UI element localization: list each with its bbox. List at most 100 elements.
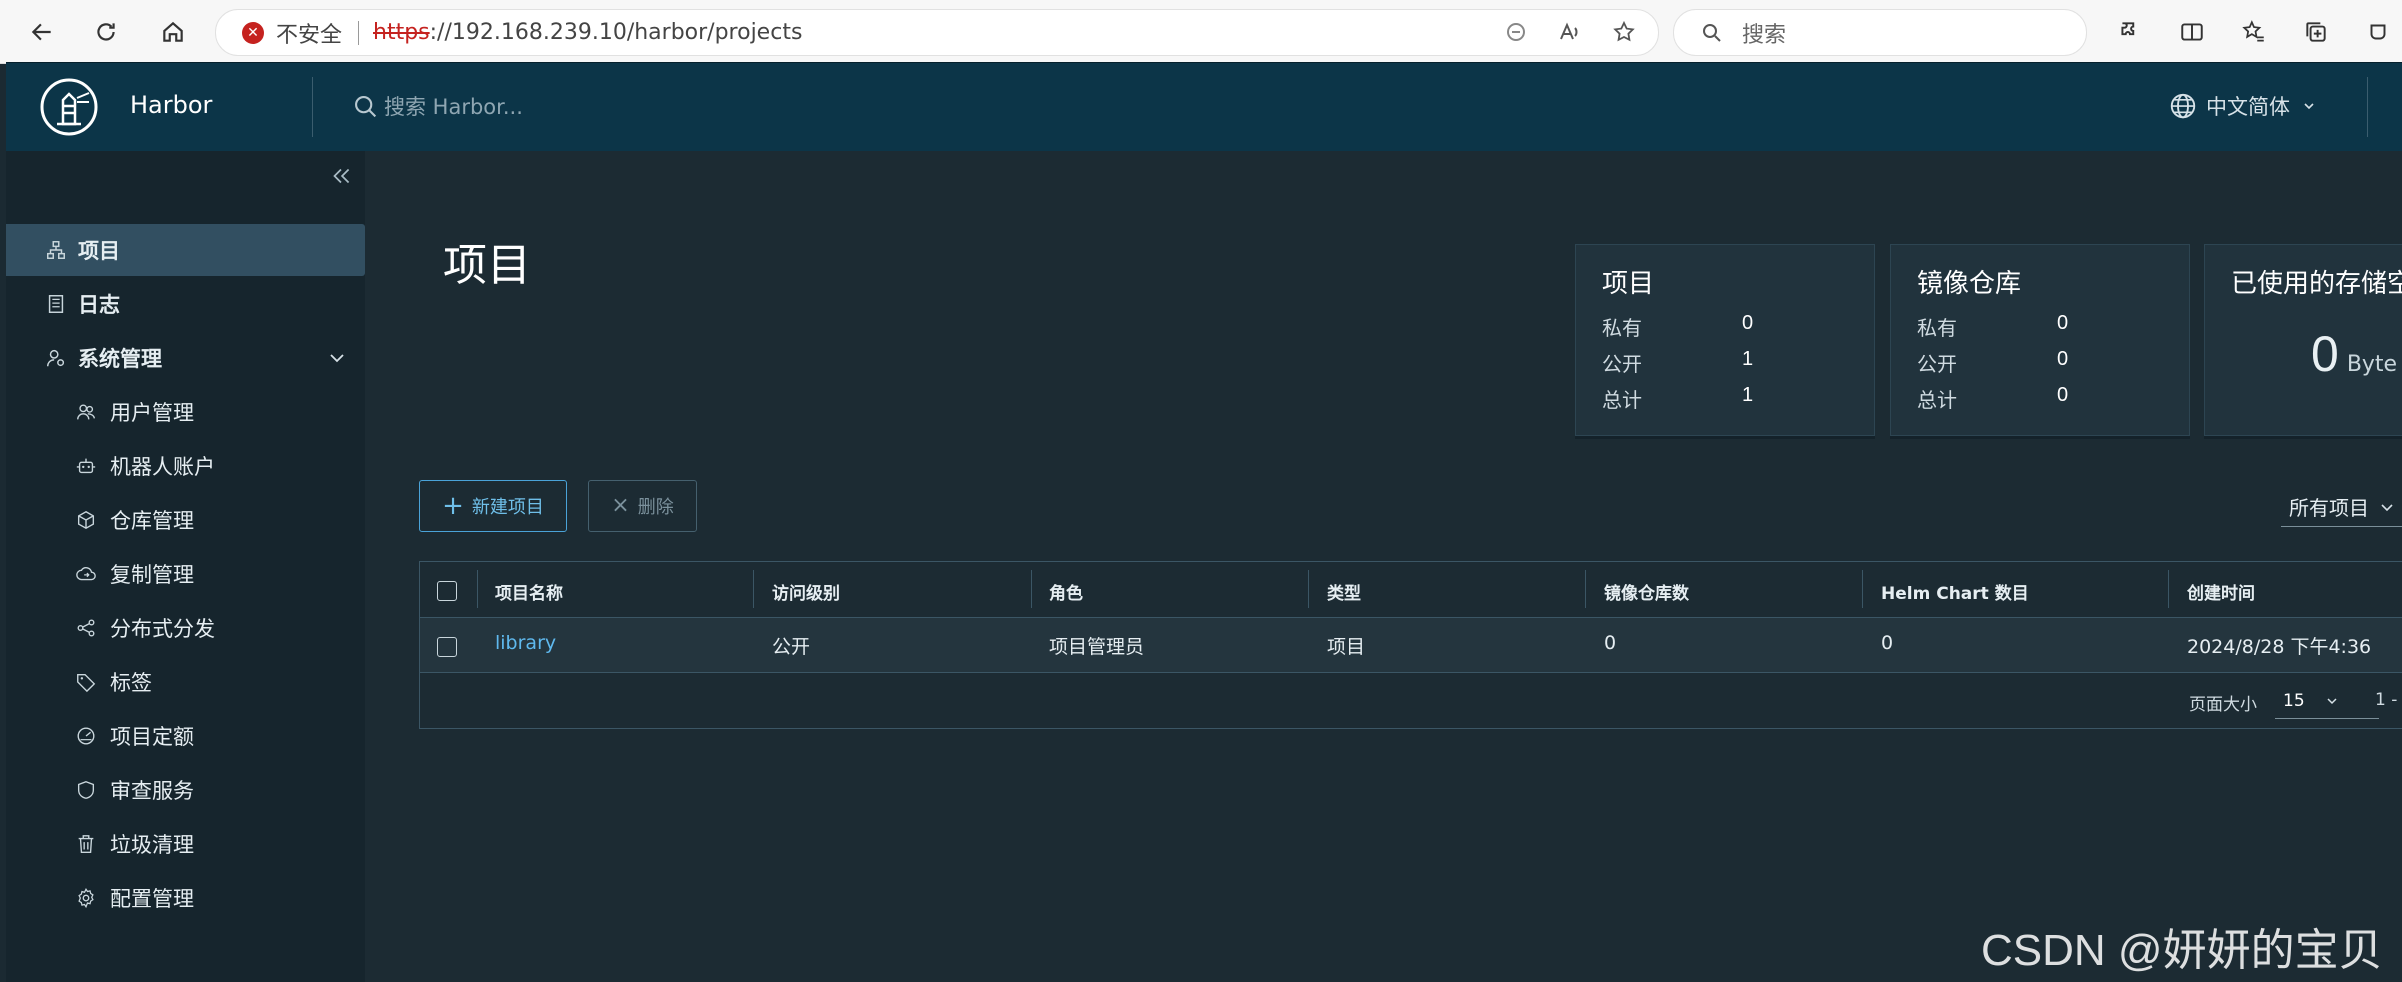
stat-row-public: 公开 1 bbox=[1602, 348, 1862, 382]
column-header-name[interactable]: 项目名称 bbox=[495, 579, 563, 604]
project-name-link[interactable]: library bbox=[495, 632, 556, 654]
favorite-star-icon[interactable] bbox=[1610, 18, 1638, 46]
harbor-logo-icon[interactable] bbox=[40, 78, 98, 136]
column-header-chart-count[interactable]: Helm Chart 数目 bbox=[1881, 579, 2029, 604]
column-header-type[interactable]: 类型 bbox=[1327, 579, 1361, 604]
extensions-icon[interactable] bbox=[2112, 14, 2148, 50]
stat-value: 1 bbox=[1742, 348, 1754, 370]
stat-value: 1 bbox=[1742, 384, 1754, 406]
sidebar-item-distributions[interactable]: 分布式分发 bbox=[6, 602, 365, 654]
copilot-icon[interactable] bbox=[2360, 14, 2396, 50]
language-label: 中文简体 bbox=[2206, 95, 2290, 119]
browser-search-box[interactable]: 搜索 bbox=[1673, 9, 2087, 56]
sidebar-item-logs[interactable]: 日志 bbox=[6, 278, 365, 330]
card-title: 项目 bbox=[1602, 269, 1655, 299]
sidebar-item-replications[interactable]: 复制管理 bbox=[6, 548, 365, 600]
storage-unit: Byte bbox=[2346, 352, 2398, 377]
sidebar-item-label: 配置管理 bbox=[110, 887, 194, 911]
sidebar-item-interrogation[interactable]: 审查服务 bbox=[6, 764, 365, 816]
type-cell: 项目 bbox=[1327, 636, 1366, 658]
sidebar-item-admin[interactable]: 系统管理 bbox=[6, 332, 365, 384]
card-title: 镜像仓库 bbox=[1917, 269, 2022, 299]
new-project-label: 新建项目 bbox=[471, 497, 544, 518]
sidebar-item-registries[interactable]: 仓库管理 bbox=[6, 494, 365, 546]
stat-label: 公开 bbox=[1602, 352, 1642, 376]
stat-value: 0 bbox=[1742, 312, 1754, 334]
read-aloud-icon[interactable] bbox=[1556, 18, 1584, 46]
main-content: 项目 项目 私有 0 公开 1 总计 1 镜像仓库 私有 0 公开 0 总计 0 bbox=[365, 151, 2402, 982]
chevron-down-icon bbox=[2381, 503, 2393, 511]
column-separator bbox=[1585, 570, 1586, 608]
stat-row-total: 总计 1 bbox=[1602, 384, 1862, 418]
browser-toolbar: ✕ 不安全 https ://192.168.239.10/harbor/pro… bbox=[0, 0, 2402, 64]
sidebar-item-robot-accounts[interactable]: 机器人账户 bbox=[6, 440, 365, 492]
distribution-icon bbox=[74, 616, 98, 640]
project-filter-select[interactable]: 所有项目 bbox=[2281, 487, 2402, 527]
sidebar-item-label: 项目定额 bbox=[110, 725, 194, 749]
column-header-repo-count[interactable]: 镜像仓库数 bbox=[1604, 579, 1689, 604]
column-header-access[interactable]: 访问级别 bbox=[772, 579, 840, 604]
globe-icon bbox=[2170, 93, 2196, 119]
stat-label: 私有 bbox=[1602, 316, 1642, 340]
reload-icon bbox=[97, 23, 115, 41]
page-size-select[interactable]: 15 bbox=[2275, 683, 2379, 719]
chevron-down-icon[interactable] bbox=[327, 348, 347, 368]
home-button[interactable] bbox=[155, 14, 191, 50]
app-available-icon[interactable] bbox=[1502, 18, 1530, 46]
sidebar-item-label: 项目 bbox=[78, 239, 120, 263]
sidebar-item-label: 垃圾清理 bbox=[110, 833, 194, 857]
delete-button[interactable]: × 删除 bbox=[588, 480, 697, 532]
sidebar-collapse-button[interactable] bbox=[328, 163, 358, 193]
home-icon bbox=[163, 21, 183, 42]
global-search-input[interactable] bbox=[382, 94, 806, 120]
sidebar-item-label: 复制管理 bbox=[110, 563, 194, 587]
collections-icon[interactable] bbox=[2298, 14, 2334, 50]
sidebar-item-label: 分布式分发 bbox=[110, 617, 215, 641]
sidebar-item-gc[interactable]: 垃圾清理 bbox=[6, 818, 365, 870]
stat-label: 总计 bbox=[1917, 388, 1957, 412]
global-search[interactable] bbox=[352, 88, 852, 126]
search-icon bbox=[1703, 23, 1721, 42]
sidebar-item-label: 系统管理 bbox=[78, 347, 162, 371]
brand-name[interactable]: Harbor bbox=[130, 91, 212, 119]
table-header: 项目名称 访问级别 角色 类型 镜像仓库数 Helm Chart 数目 创建时间 bbox=[420, 562, 2402, 618]
sidebar-item-configuration[interactable]: 配置管理 bbox=[6, 872, 365, 924]
language-switcher[interactable]: 中文简体 bbox=[2168, 91, 2316, 121]
sidebar-item-labels[interactable]: 标签 bbox=[6, 656, 365, 708]
back-button[interactable] bbox=[24, 14, 60, 50]
column-separator bbox=[2168, 570, 2169, 608]
role-cell: 项目管理员 bbox=[1049, 636, 1145, 658]
column-header-role[interactable]: 角色 bbox=[1049, 579, 1083, 604]
insecure-icon: ✕ bbox=[242, 21, 264, 44]
page-title: 项目 bbox=[443, 240, 531, 291]
plus-icon: + bbox=[442, 491, 464, 521]
sidebar-item-quotas[interactable]: 项目定额 bbox=[6, 710, 365, 762]
table-footer: 页面大小 15 1 - 1 bbox=[420, 673, 2402, 728]
sidebar: 项目 日志 系统管理 用户管理 机器人账户 仓库管理 复制管理 分布式分发 标签… bbox=[6, 151, 365, 982]
address-bar[interactable]: ✕ 不安全 https ://192.168.239.10/harbor/pro… bbox=[215, 9, 1659, 56]
access-level-cell: 公开 bbox=[772, 636, 811, 658]
row-checkbox[interactable] bbox=[437, 637, 457, 657]
page-size-label: 页面大小 bbox=[2189, 695, 2257, 715]
admin-icon bbox=[44, 346, 68, 370]
close-icon: × bbox=[611, 493, 630, 518]
replication-icon bbox=[74, 562, 98, 586]
projects-summary-card: 项目 私有 0 公开 1 总计 1 bbox=[1575, 244, 1875, 436]
sidebar-item-projects[interactable]: 项目 bbox=[6, 224, 365, 276]
table-row: library 公开 项目管理员 项目 0 0 2024/8/28 下午4:36 bbox=[420, 618, 2402, 673]
address-bar-actions bbox=[1502, 18, 1638, 46]
split-screen-icon[interactable] bbox=[2174, 14, 2210, 50]
sidebar-item-users[interactable]: 用户管理 bbox=[6, 386, 365, 438]
gear-icon bbox=[74, 886, 98, 910]
select-all-checkbox[interactable] bbox=[437, 581, 457, 601]
header-divider bbox=[2367, 77, 2368, 137]
filter-value: 所有项目 bbox=[2289, 496, 2369, 520]
column-header-creation-time[interactable]: 创建时间 bbox=[2187, 579, 2255, 604]
reload-button[interactable] bbox=[88, 14, 124, 50]
stat-value: 0 bbox=[2057, 348, 2069, 370]
storage-summary-card: 已使用的存储空 0 Byte bbox=[2204, 244, 2402, 436]
users-icon bbox=[74, 400, 98, 424]
new-project-button[interactable]: + 新建项目 bbox=[419, 480, 567, 532]
quota-icon bbox=[74, 724, 98, 748]
favorites-icon[interactable] bbox=[2236, 14, 2272, 50]
